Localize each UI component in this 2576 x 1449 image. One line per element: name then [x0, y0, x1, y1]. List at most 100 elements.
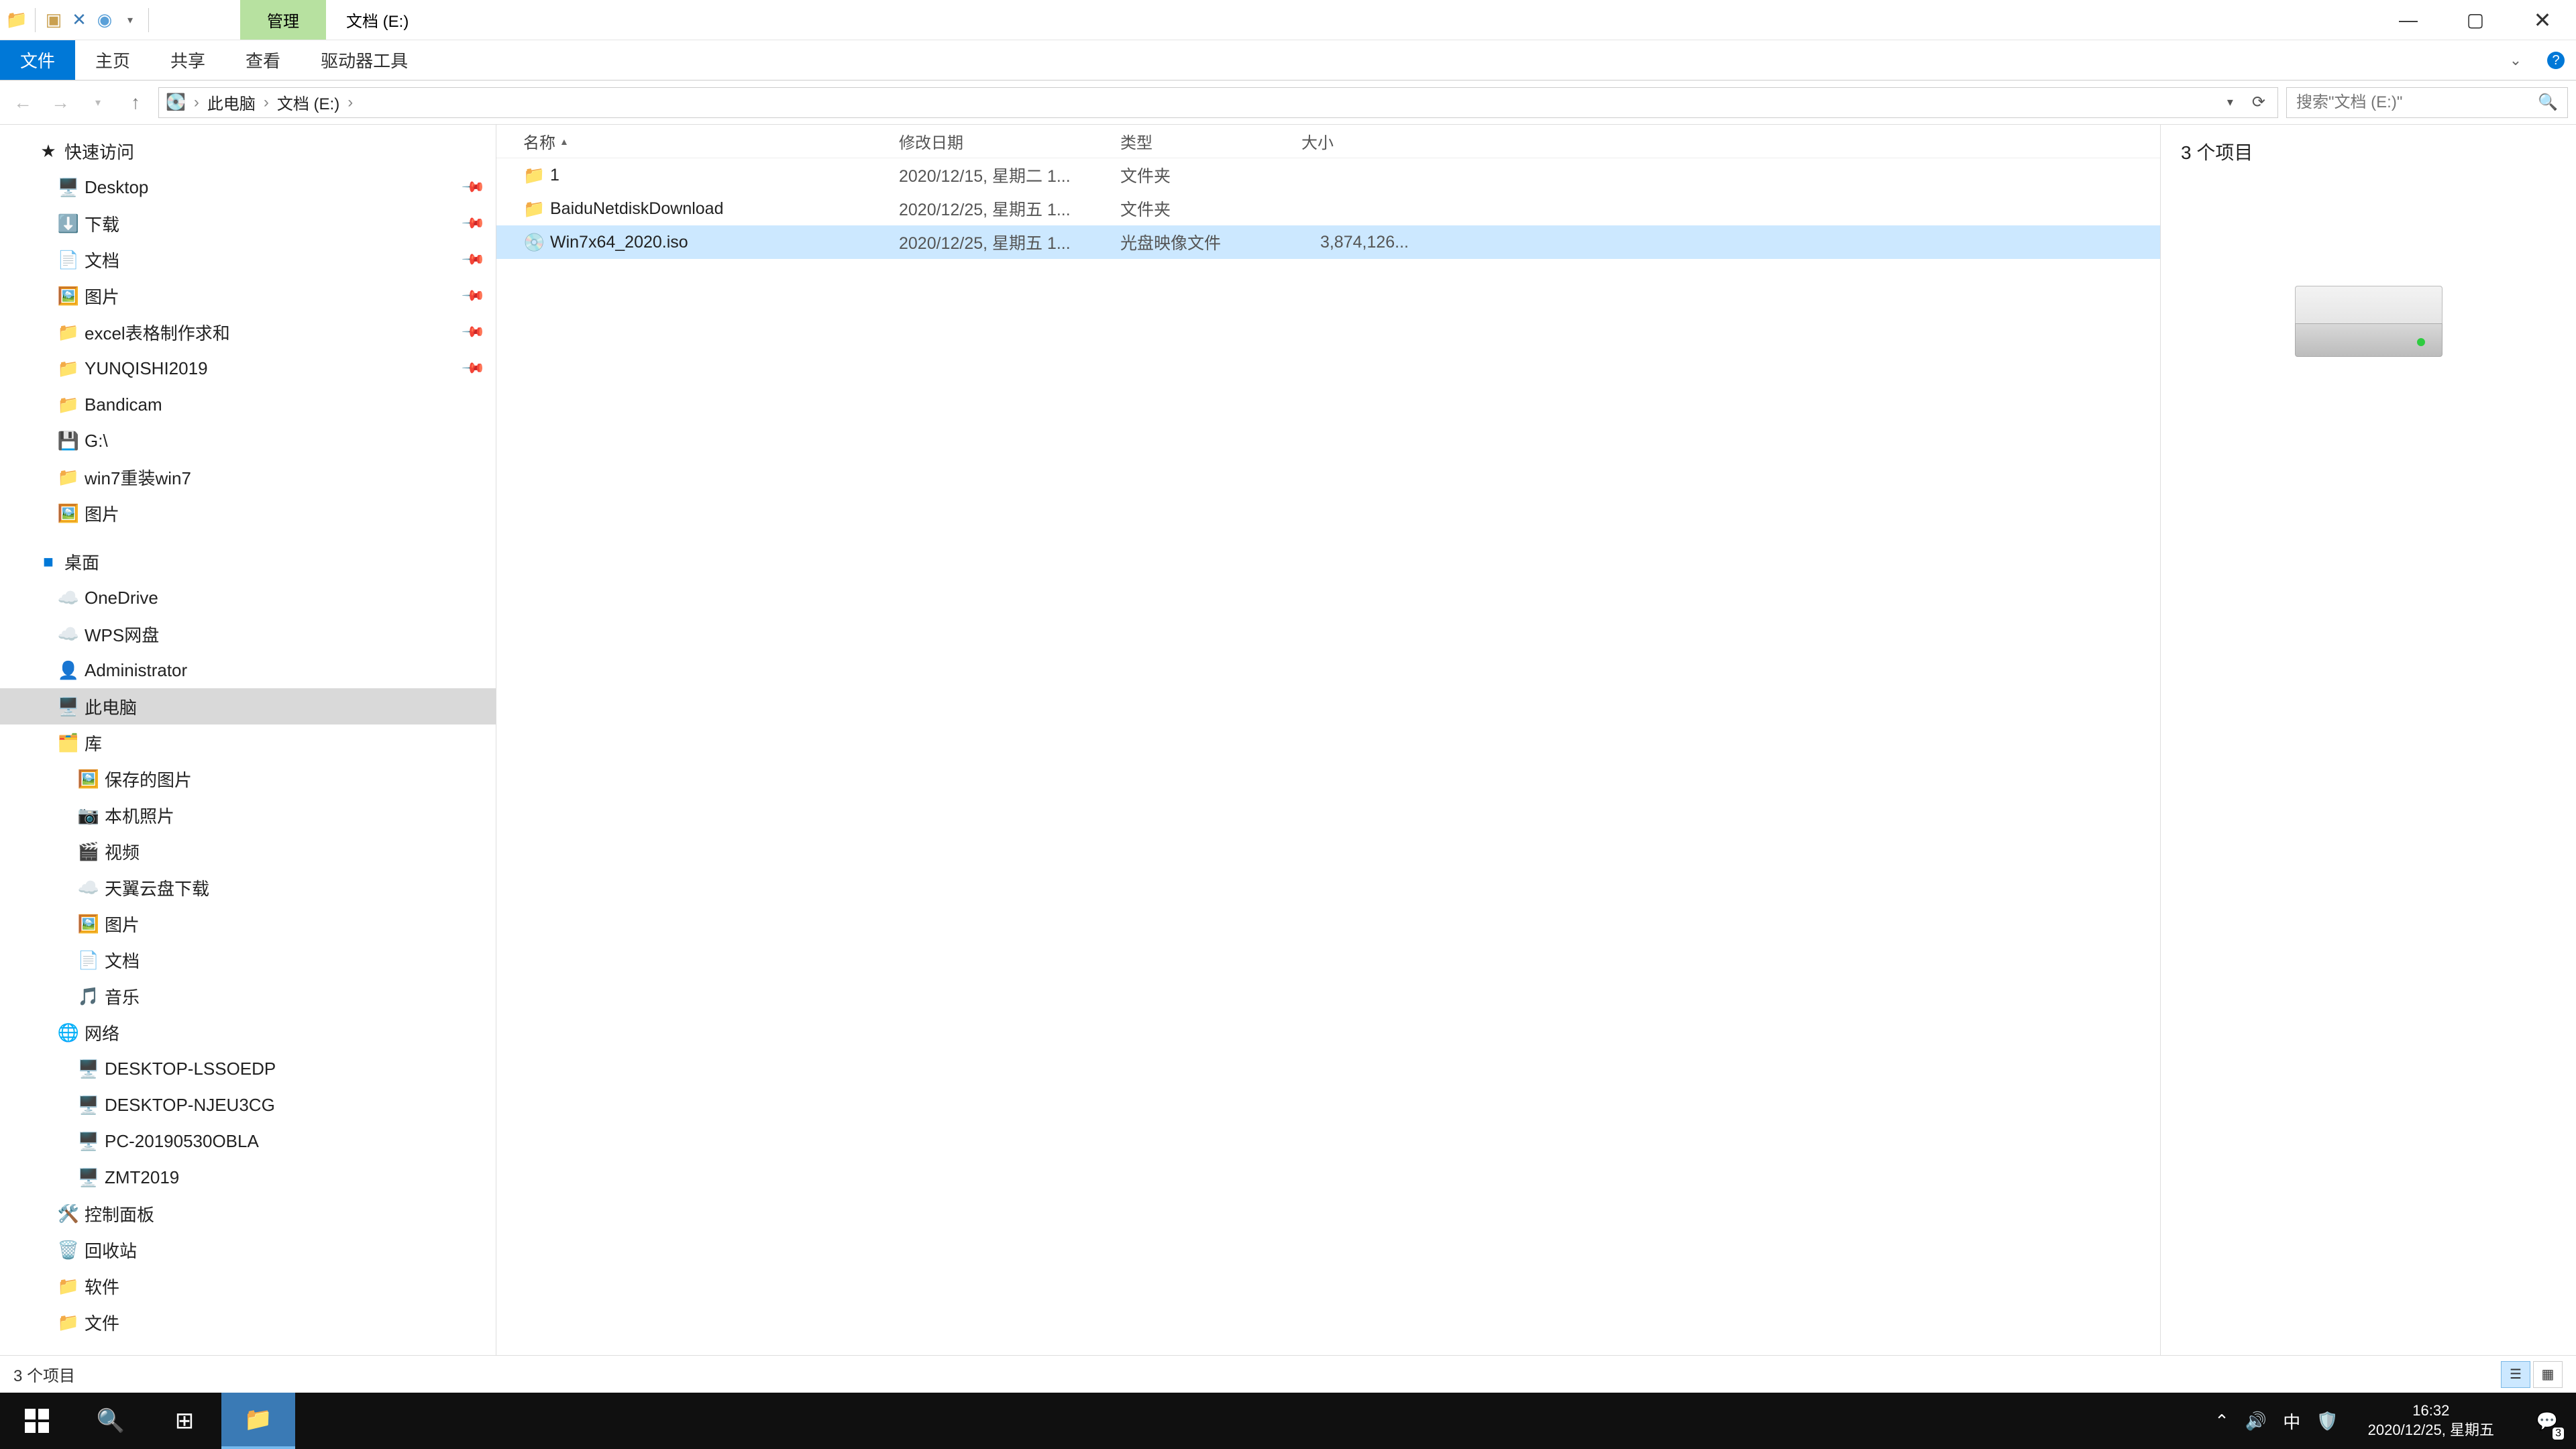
tab-home[interactable]: 主页 — [75, 40, 150, 80]
tree-network-item[interactable]: 🖥️DESKTOP-NJEU3CG — [0, 1087, 496, 1123]
tree-folder-files[interactable]: 📁 文件 — [0, 1304, 496, 1340]
security-icon[interactable]: 🛡️ — [2316, 1411, 2338, 1432]
computer-icon: 🖥️ — [76, 1059, 101, 1079]
start-button[interactable] — [0, 1393, 74, 1449]
address-bar-row: ← → ▾ ↑ 💽 › 此电脑 › 文档 (E:) › ▾ ⟳ 🔍 — [0, 80, 2576, 125]
tree-this-pc[interactable]: 🖥️ 此电脑 — [0, 688, 496, 724]
chevron-right-icon[interactable]: › — [194, 93, 199, 112]
breadcrumb-location[interactable]: 文档 (E:) — [277, 91, 339, 114]
file-list[interactable]: 📁12020/12/15, 星期二 1...文件夹📁BaiduNetdiskDo… — [496, 158, 2160, 259]
item-icon: 📄 — [76, 950, 101, 971]
tree-quick-access[interactable]: ★ 快速访问 — [0, 133, 496, 169]
action-center-button[interactable]: 💬3 — [2524, 1393, 2571, 1449]
tree-quick-item[interactable]: 💾G:\ — [0, 423, 496, 459]
tree-library-item[interactable]: 📷本机照片 — [0, 797, 496, 833]
minimize-button[interactable]: — — [2375, 0, 2442, 40]
col-type[interactable]: 类型 — [1120, 129, 1301, 153]
view-details-button[interactable]: ☰ — [2501, 1361, 2530, 1388]
col-date[interactable]: 修改日期 — [899, 129, 1120, 153]
ime-indicator[interactable]: 中 — [2283, 1409, 2300, 1434]
tab-share[interactable]: 共享 — [150, 40, 225, 80]
forward-button[interactable]: → — [46, 88, 75, 117]
recent-dropdown-icon[interactable]: ▾ — [83, 88, 113, 117]
tree-network-item[interactable]: 🖥️ZMT2019 — [0, 1159, 496, 1195]
search-input[interactable] — [2296, 93, 2538, 112]
tree-network[interactable]: 🌐 网络 — [0, 1014, 496, 1051]
col-name[interactable]: 名称▲ — [523, 129, 899, 153]
tree-library-item[interactable]: ☁️天翼云盘下载 — [0, 869, 496, 906]
tree-network-item[interactable]: 🖥️PC-20190530OBLA — [0, 1123, 496, 1159]
qat-dropdown-icon[interactable]: ▾ — [119, 9, 142, 32]
tree-library-item[interactable]: 🖼️保存的图片 — [0, 761, 496, 797]
maximize-button[interactable]: ▢ — [2442, 0, 2509, 40]
refresh-icon[interactable]: ⟳ — [2247, 93, 2271, 112]
tree-library-item[interactable]: 🎬视频 — [0, 833, 496, 869]
search-taskbar-button[interactable]: 🔍 — [74, 1393, 148, 1449]
label: Desktop — [85, 177, 148, 198]
qat-close-icon[interactable]: ✕ — [68, 9, 91, 32]
navigation-pane[interactable]: ★ 快速访问 🖥️Desktop📌⬇️下载📌📄文档📌🖼️图片📌📁excel表格制… — [0, 125, 496, 1355]
ribbon-collapse-icon[interactable]: ⌄ — [2496, 40, 2536, 80]
tree-control-panel[interactable]: 🛠️ 控制面板 — [0, 1195, 496, 1232]
volume-icon[interactable]: 🔊 — [2245, 1411, 2267, 1432]
taskbar-clock[interactable]: 16:32 2020/12/25, 星期五 — [2355, 1401, 2508, 1440]
close-button[interactable]: ✕ — [2509, 0, 2576, 40]
help-icon[interactable]: ? — [2536, 40, 2576, 80]
tree-library-item[interactable]: 📄文档 — [0, 942, 496, 978]
taskbar-explorer[interactable]: 📁 — [221, 1393, 295, 1449]
tree-quick-item[interactable]: 🖼️图片📌 — [0, 278, 496, 314]
item-icon: 🎬 — [76, 841, 101, 862]
tree-quick-item[interactable]: 📁Bandicam — [0, 386, 496, 423]
up-button[interactable]: ↑ — [121, 88, 150, 117]
qat-properties-icon[interactable]: ▣ — [42, 9, 65, 32]
item-icon: 🎵 — [76, 986, 101, 1007]
tab-drive-tools[interactable]: 驱动器工具 — [301, 40, 428, 80]
label: 文档 — [105, 948, 140, 973]
tree-item[interactable]: 👤Administrator — [0, 652, 496, 688]
address-bar[interactable]: 💽 › 此电脑 › 文档 (E:) › ▾ ⟳ — [158, 87, 2278, 118]
item-icon: 🖼️ — [76, 914, 101, 934]
label: 图片 — [85, 284, 119, 309]
item-icon: 👤 — [56, 660, 80, 681]
tree-network-item[interactable]: 🖥️DESKTOP-LSSOEDP — [0, 1051, 496, 1087]
tree-item[interactable]: ☁️OneDrive — [0, 580, 496, 616]
chevron-right-icon[interactable]: › — [264, 93, 269, 112]
tree-item[interactable]: ☁️WPS网盘 — [0, 616, 496, 652]
file-size: 3,874,126... — [1301, 233, 1436, 252]
tree-folder-software[interactable]: 📁 软件 — [0, 1268, 496, 1304]
tree-quick-item[interactable]: 📁excel表格制作求和📌 — [0, 314, 496, 350]
tab-view[interactable]: 查看 — [225, 40, 301, 80]
tree-quick-item[interactable]: 📁win7重装win7 — [0, 459, 496, 495]
view-large-icons-button[interactable]: ▦ — [2533, 1361, 2563, 1388]
quick-access-toolbar: 📁 ▣ ✕ ◉ ▾ — [0, 8, 153, 32]
search-icon[interactable]: 🔍 — [2538, 93, 2558, 112]
column-headers[interactable]: 名称▲ 修改日期 类型 大小 — [496, 125, 2160, 158]
file-row[interactable]: 📁12020/12/15, 星期二 1...文件夹 — [496, 158, 2160, 192]
tree-quick-item[interactable]: 🖼️图片 — [0, 495, 496, 531]
tree-quick-item[interactable]: 📁YUNQISHI2019📌 — [0, 350, 496, 386]
tree-quick-item[interactable]: 📄文档📌 — [0, 241, 496, 278]
file-row[interactable]: 💿Win7x64_2020.iso2020/12/25, 星期五 1...光盘映… — [496, 225, 2160, 259]
tree-library-item[interactable]: 🖼️图片 — [0, 906, 496, 942]
chevron-right-icon[interactable]: › — [347, 93, 353, 112]
address-dropdown-icon[interactable]: ▾ — [2222, 95, 2239, 109]
tree-quick-item[interactable]: 🖥️Desktop📌 — [0, 169, 496, 205]
tree-quick-item[interactable]: ⬇️下载📌 — [0, 205, 496, 241]
contextual-tab-label: 管理 — [240, 0, 326, 40]
item-icon: 📷 — [76, 805, 101, 826]
file-row[interactable]: 📁BaiduNetdiskDownload2020/12/25, 星期五 1..… — [496, 192, 2160, 225]
tray-overflow-icon[interactable]: ⌃ — [2214, 1411, 2229, 1432]
tree-recycle-bin[interactable]: 🗑️ 回收站 — [0, 1232, 496, 1268]
breadcrumb-this-pc[interactable]: 此电脑 — [207, 91, 256, 114]
search-box[interactable]: 🔍 — [2286, 87, 2568, 118]
tree-libraries[interactable]: 🗂️ 库 — [0, 724, 496, 761]
tree-desktop[interactable]: ■ 桌面 — [0, 543, 496, 580]
tab-file[interactable]: 文件 — [0, 40, 75, 80]
back-button[interactable]: ← — [8, 88, 38, 117]
qat-new-icon[interactable]: ◉ — [93, 9, 116, 32]
network-icon: 🌐 — [56, 1022, 80, 1043]
task-view-button[interactable]: ⊞ — [148, 1393, 221, 1449]
label: DESKTOP-NJEU3CG — [105, 1095, 275, 1116]
col-size[interactable]: 大小 — [1301, 129, 1436, 153]
tree-library-item[interactable]: 🎵音乐 — [0, 978, 496, 1014]
